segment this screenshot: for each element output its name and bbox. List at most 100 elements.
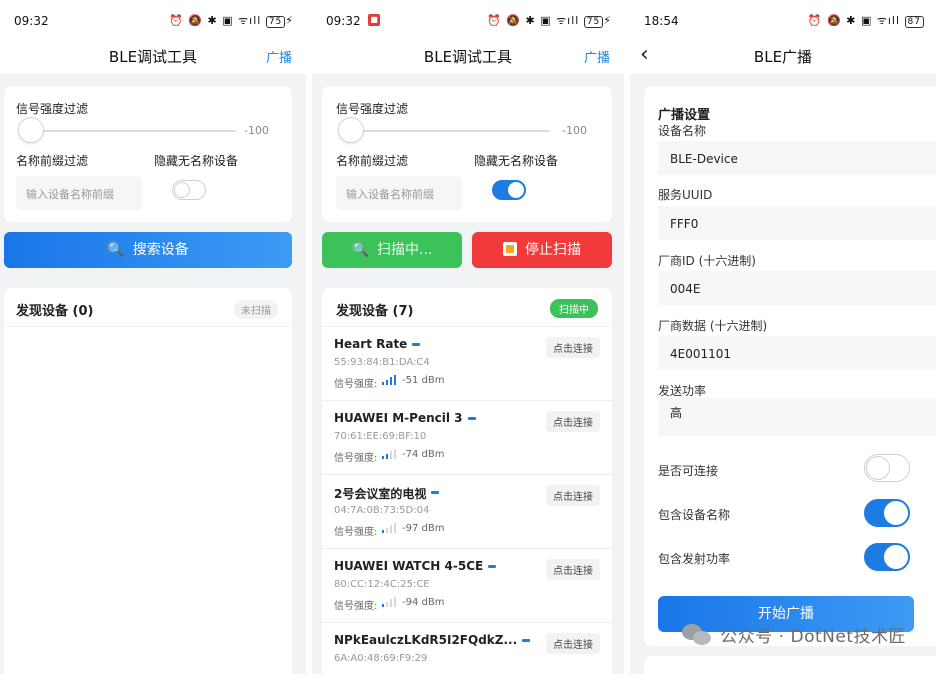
prefix-filter-label: 名称前缀过滤 <box>16 154 89 168</box>
signal-bar <box>394 596 396 607</box>
filter-card: 信号强度过滤 -100 名称前缀过滤 隐藏无名称设备 输入设备名称前缀 <box>322 86 612 222</box>
app-notification-icon: ■ <box>368 14 380 26</box>
device-mac: 04:7A:0B:73:5D:04 <box>334 505 430 516</box>
rssi-value: -51 dBm <box>402 375 445 386</box>
status-bar: 18:54 ⏰ 🔕 ✱ ▣ ᯤıll 87 <box>630 0 936 42</box>
signal-bars-icon <box>382 596 400 607</box>
tx-power-label: 发送功率 <box>658 384 707 398</box>
device-mac: 6A:A0:48:69:F9:29 <box>334 653 428 664</box>
signal-bar <box>394 522 396 533</box>
rssi-slider-track[interactable] <box>344 130 550 132</box>
status-icons: ⏰ 🔕 ✱ ▣ ᯤıll 75 ⚡ <box>487 14 612 28</box>
device-type-indicator <box>522 639 531 642</box>
stop-scan-button[interactable]: 停止扫描 <box>472 232 612 268</box>
nav-bar: ‹ BLE广播 <box>630 42 936 74</box>
section-title: 广播设置 <box>658 108 711 123</box>
rssi-filter-label: 信号强度过滤 <box>16 102 89 116</box>
connectable-toggle[interactable] <box>864 454 910 482</box>
search-devices-button[interactable]: 🔍 搜索设备 <box>4 232 292 268</box>
devices-card: 发现设备 (7) 扫描中 Heart Rate 55:93:84:B1:DA:C4… <box>322 288 612 674</box>
tx-power-select[interactable]: 高 <box>658 398 936 436</box>
signal-bar <box>390 451 392 459</box>
vendor-id-input[interactable]: 004E <box>658 271 936 305</box>
scan-state-badge: 未扫描 <box>234 300 278 319</box>
device-list-item[interactable]: HUAWEI WATCH 4-5CE 80:CC:12:4C:25:CE 信号强度:… <box>322 549 612 623</box>
rssi-label: 信号强度: <box>334 379 378 390</box>
connect-button[interactable]: 点击连接 <box>546 411 600 432</box>
service-uuid-input[interactable]: FFF0 <box>658 206 936 240</box>
signal-bar <box>382 382 384 385</box>
connect-button[interactable]: 点击连接 <box>546 337 600 358</box>
signal-bar <box>386 601 388 607</box>
connect-button[interactable]: 点击连接 <box>546 559 600 580</box>
hide-unnamed-label: 隐藏无名称设备 <box>154 154 239 168</box>
devices-card: 发现设备 (0) 未扫描 <box>4 288 292 674</box>
status-bar: 09:32 ⏰ 🔕 ✱ ▣ ᯤıll 75 ⚡ <box>0 0 306 42</box>
toggle-knob <box>884 545 908 569</box>
device-list-item[interactable]: Heart Rate 55:93:84:B1:DA:C4 信号强度: -51 dBm 点… <box>322 327 612 401</box>
device-type-indicator <box>431 491 440 494</box>
status-time: 09:32 <box>14 14 49 28</box>
include-name-toggle[interactable] <box>864 499 910 527</box>
wechat-icon <box>682 623 712 646</box>
device-list-item[interactable]: NPkEaulczLKdR5I2FQdkZ... 6A:A0:48:69:F9:2… <box>322 623 612 674</box>
signal-bar <box>394 374 396 385</box>
device-name-label: 设备名称 <box>658 124 707 138</box>
rssi-filter-label: 信号强度过滤 <box>336 102 409 116</box>
vendor-id-label: 厂商ID (十六进制) <box>658 254 756 268</box>
signal-bar <box>394 448 396 459</box>
hide-unnamed-toggle[interactable] <box>172 180 206 200</box>
connect-button[interactable]: 点击连接 <box>546 633 600 654</box>
scanning-button[interactable]: 🔍 扫描中... <box>322 232 462 268</box>
search-icon: 🔍 <box>107 242 125 258</box>
include-name-label: 包含设备名称 <box>658 508 731 522</box>
search-icon: 🔍 <box>351 242 370 258</box>
prefix-input[interactable]: 输入设备名称前缀 <box>16 176 142 210</box>
device-name: HUAWEI M-Pencil 3 <box>334 411 463 425</box>
watermark: 公众号 · DotNet技术匠 <box>682 622 906 647</box>
status-bar: 09:32 ■ ⏰ 🔕 ✱ ▣ ᯤıll 75 ⚡ <box>312 0 624 42</box>
signal-bar <box>386 379 388 385</box>
status-time: 09:32 <box>326 14 361 28</box>
device-list-item[interactable]: 2号会议室的电视 04:7A:0B:73:5D:04 信号强度: -97 dBm 点击连… <box>322 475 612 549</box>
stop-icon <box>503 242 517 256</box>
phone-screen-idle: 09:32 ⏰ 🔕 ✱ ▣ ᯤıll 75 ⚡ BLE调试工具 广播 信号强度过滤… <box>0 0 306 674</box>
device-name: Heart Rate <box>334 337 408 351</box>
vendor-data-input[interactable]: 4E001101 <box>658 336 936 370</box>
scan-state-badge: 扫描中 <box>550 299 598 318</box>
rssi-value: -74 dBm <box>402 449 445 460</box>
rssi-slider-track[interactable] <box>24 130 236 132</box>
rssi-slider-value: -100 <box>244 124 269 137</box>
nav-bar: BLE调试工具 广播 <box>312 42 624 74</box>
broadcast-settings-card: 广播设置 设备名称 BLE-Device 服务UUID FFF0 厂商ID (十… <box>644 86 936 646</box>
rssi-label: 信号强度: <box>334 601 378 612</box>
rssi-label: 信号强度: <box>334 527 378 538</box>
device-mac: 55:93:84:B1:DA:C4 <box>334 357 430 368</box>
signal-bars-icon <box>382 448 400 459</box>
device-type-indicator <box>488 565 497 568</box>
signal-bar <box>390 599 392 607</box>
phone-screen-broadcast: 18:54 ⏰ 🔕 ✱ ▣ ᯤıll 87 ‹ BLE广播 广播设置 设备名称 … <box>630 0 936 674</box>
signal-bar <box>386 527 388 533</box>
hide-unnamed-toggle[interactable] <box>492 180 526 200</box>
next-card <box>644 656 936 674</box>
signal-bars-icon <box>382 374 400 385</box>
toggle-knob <box>884 501 908 525</box>
toggle-knob <box>174 182 190 198</box>
include-power-label: 包含发射功率 <box>658 552 731 566</box>
hide-unnamed-label: 隐藏无名称设备 <box>474 154 559 168</box>
connect-button[interactable]: 点击连接 <box>546 485 600 506</box>
device-name-input[interactable]: BLE-Device <box>658 141 936 175</box>
include-power-toggle[interactable] <box>864 543 910 571</box>
prefix-filter-label: 名称前缀过滤 <box>336 154 409 168</box>
broadcast-link[interactable]: 广播 <box>266 47 292 66</box>
page-title: BLE调试工具 <box>108 48 198 66</box>
rssi-slider-thumb[interactable] <box>18 117 44 143</box>
device-list-item[interactable]: HUAWEI M-Pencil 3 70:61:EE:69:BF:10 信号强度: -… <box>322 401 612 475</box>
prefix-input[interactable]: 输入设备名称前缀 <box>336 176 462 210</box>
broadcast-link[interactable]: 广播 <box>584 47 610 66</box>
filter-card: 信号强度过滤 -100 名称前缀过滤 隐藏无名称设备 输入设备名称前缀 <box>4 86 292 222</box>
rssi-slider-thumb[interactable] <box>338 117 364 143</box>
signal-bar <box>382 604 384 607</box>
signal-bar <box>382 456 384 459</box>
